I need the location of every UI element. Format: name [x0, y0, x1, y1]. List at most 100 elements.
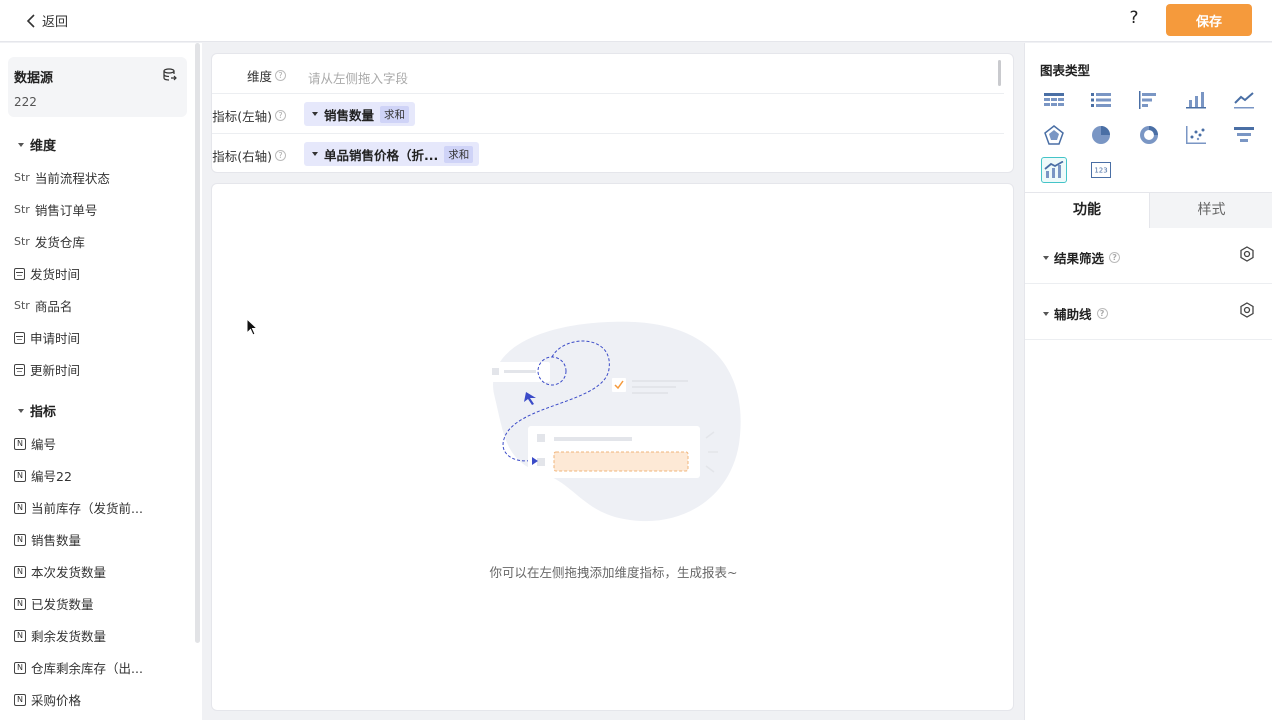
field-label: 本次发货数量: [31, 565, 107, 580]
chart-type-horizontal-bar-icon[interactable]: [1136, 87, 1162, 113]
metric-field[interactable]: N 采购价格: [14, 690, 81, 709]
right-axis-label: 指标(右轴) ?: [212, 146, 286, 165]
field-label: 仓库剩余库存（出...: [31, 661, 143, 676]
gear-icon[interactable]: [1239, 246, 1255, 262]
chart-type-title: 图表类型: [1040, 63, 1091, 78]
aggregation-badge: 求和: [380, 105, 410, 123]
left-axis-label: 指标(左轴) ?: [212, 106, 286, 125]
dimensions-title: 维度: [30, 139, 57, 154]
reference-line-row: 辅助线 ?: [1025, 284, 1272, 340]
dimension-field[interactable]: 更新时间: [14, 360, 80, 379]
caret-down-icon[interactable]: [312, 152, 318, 156]
empty-state-illustration: [486, 321, 741, 522]
aggregation-badge: 求和: [444, 145, 474, 163]
caret-down-icon[interactable]: [312, 112, 318, 116]
back-button[interactable]: 返回: [26, 11, 68, 30]
chart-type-radar-icon[interactable]: [1041, 122, 1067, 148]
caret-down-icon: [1043, 311, 1049, 316]
metric-field[interactable]: N 当前库存（发货前...: [14, 498, 143, 517]
row-label-text: 指标(左轴): [212, 109, 272, 124]
settings-tabs: 功能 样式: [1025, 192, 1272, 228]
help-circle-icon[interactable]: ?: [1109, 252, 1121, 263]
field-label: 销售数量: [31, 533, 82, 548]
dimension-field[interactable]: Str 商品名: [14, 296, 72, 315]
number-type-icon: N: [14, 629, 26, 642]
string-type-icon: Str: [14, 171, 30, 184]
help-icon[interactable]: ?: [1124, 8, 1144, 32]
chart-type-donut-icon[interactable]: [1136, 122, 1162, 148]
help-circle-icon[interactable]: ?: [275, 110, 286, 121]
right-axis-row[interactable]: 指标(右轴) ? 单品销售价格（折... 求和: [212, 134, 1004, 174]
field-label: 当前流程状态: [34, 171, 110, 186]
chart-type-table-icon[interactable]: [1041, 87, 1067, 113]
number-type-icon: N: [14, 661, 26, 674]
tab-style[interactable]: 样式: [1149, 193, 1272, 228]
caret-down-icon: [18, 142, 24, 147]
metric-field[interactable]: N 销售数量: [14, 530, 81, 549]
string-type-icon: Str: [14, 203, 30, 216]
chart-type-funnel-icon[interactable]: [1231, 122, 1257, 148]
back-label: 返回: [42, 15, 69, 30]
result-filter-toggle[interactable]: 结果筛选 ?: [1043, 248, 1121, 267]
dimension-drop-row[interactable]: 维度 ? 请从左侧拖入字段: [212, 54, 1004, 94]
dimension-field[interactable]: Str 当前流程状态: [14, 168, 110, 187]
number-type-icon: N: [14, 533, 26, 546]
chart-type-list-icon[interactable]: [1088, 87, 1114, 113]
mouse-cursor-icon: [246, 318, 258, 336]
number-type-icon: N: [14, 597, 26, 610]
left-scrollbar[interactable]: [195, 43, 200, 643]
chart-config-panel: 维度 ? 请从左侧拖入字段 指标(左轴) ? 销售数量 求和 指标(右轴) ? …: [211, 53, 1014, 173]
config-scrollbar[interactable]: [998, 60, 1001, 86]
calendar-icon: [14, 267, 25, 280]
dimension-row-label: 维度 ?: [247, 66, 286, 85]
metric-field[interactable]: N 剩余发货数量: [14, 626, 106, 645]
metric-field[interactable]: N 仓库剩余库存（出...: [14, 658, 143, 677]
result-filter-row: 结果筛选 ?: [1025, 228, 1272, 284]
save-button[interactable]: 保存: [1166, 4, 1252, 36]
top-bar: 返回 ? 保存: [0, 0, 1272, 42]
field-label: 发货仓库: [34, 235, 85, 250]
dimension-field[interactable]: 发货时间: [14, 264, 80, 283]
datasource-card[interactable]: 数据源 222: [8, 57, 187, 117]
empty-state-text: 你可以在左侧拖拽添加维度指标，生成报表~: [489, 565, 738, 580]
row-label-text: 指标(右轴): [212, 149, 272, 164]
dimension-field[interactable]: Str 销售订单号: [14, 200, 97, 219]
dimension-field[interactable]: 申请时间: [14, 328, 80, 347]
metric-field[interactable]: N 已发货数量: [14, 594, 94, 613]
number-type-icon: N: [14, 469, 26, 482]
field-label: 发货时间: [30, 267, 81, 282]
datasource-value: 222: [14, 95, 37, 109]
caret-down-icon: [1043, 255, 1049, 260]
dimensions-section-toggle[interactable]: 维度: [18, 135, 56, 154]
metric-field[interactable]: N 编号22: [14, 466, 72, 485]
gear-icon[interactable]: [1239, 302, 1255, 318]
chart-type-number-icon[interactable]: 123: [1088, 157, 1114, 183]
field-label: 更新时间: [30, 363, 81, 378]
chart-type-pie-icon[interactable]: [1088, 122, 1114, 148]
chart-type-combo-icon[interactable]: [1041, 157, 1067, 183]
chart-settings-panel: 图表类型 123 功能 样式 结果筛选 ? 辅助线 ?: [1024, 43, 1272, 720]
chart-type-bar-icon[interactable]: [1183, 87, 1209, 113]
metric-field[interactable]: N 本次发货数量: [14, 562, 106, 581]
help-circle-icon[interactable]: ?: [275, 150, 286, 161]
left-axis-row[interactable]: 指标(左轴) ? 销售数量 求和: [212, 94, 1004, 134]
database-switch-icon[interactable]: [163, 68, 177, 82]
field-label: 已发货数量: [31, 597, 94, 612]
calendar-icon: [14, 363, 25, 376]
left-axis-metric-chip[interactable]: 销售数量 求和: [304, 102, 416, 126]
field-label: 编号22: [31, 469, 72, 484]
dimension-field[interactable]: Str 发货仓库: [14, 232, 85, 251]
chart-type-line-icon[interactable]: [1231, 87, 1257, 113]
tab-function[interactable]: 功能: [1025, 193, 1149, 228]
chart-type-scatter-icon[interactable]: [1183, 122, 1209, 148]
result-filter-label: 结果筛选: [1054, 251, 1105, 266]
metrics-section-toggle[interactable]: 指标: [18, 401, 56, 420]
chip-field-name: 单品销售价格（折...: [324, 147, 439, 163]
right-axis-metric-chip[interactable]: 单品销售价格（折... 求和: [304, 142, 480, 166]
help-circle-icon[interactable]: ?: [275, 70, 286, 81]
reference-line-toggle[interactable]: 辅助线 ?: [1043, 304, 1108, 323]
help-circle-icon[interactable]: ?: [1096, 308, 1108, 319]
metric-field[interactable]: N 编号: [14, 434, 56, 453]
field-panel: 数据源 222 维度 Str 当前流程状态 Str 销售订单号 Str 发货仓库…: [0, 43, 202, 720]
reference-line-label: 辅助线: [1054, 307, 1092, 322]
